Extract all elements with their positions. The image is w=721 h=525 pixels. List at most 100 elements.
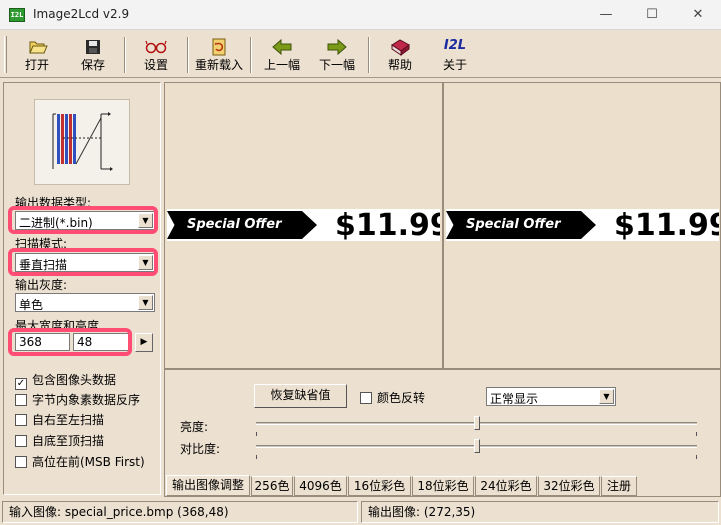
tab-register[interactable]: 注册 (601, 476, 637, 496)
offer-text: Special Offer (187, 217, 282, 232)
previous-image-label: 上一幅 (263, 58, 300, 72)
save-button[interactable]: 保存 (70, 34, 116, 76)
bottom-to-top-label: 自底至顶扫描 (32, 434, 105, 448)
toolbar-separator (187, 37, 189, 73)
highlight-max-size (8, 328, 132, 356)
gray-level-select[interactable]: 单色 ▼ (15, 293, 155, 312)
tab-256-color[interactable]: 256色 (251, 476, 293, 496)
output-image-status-value: (272,35) (423, 505, 476, 519)
maximize-button[interactable]: ☐ (629, 0, 675, 30)
settings-button[interactable]: 设置 (133, 34, 179, 76)
output-image-pane: Special Offer $11.99 (443, 82, 721, 369)
reload-label: 重新载入 (194, 58, 243, 72)
input-image-status-value: special_price.bmp (368,48) (64, 505, 229, 519)
tick (256, 455, 257, 459)
reload-icon (212, 38, 226, 56)
tab-16bit-color[interactable]: 16位彩色 (348, 476, 411, 496)
output-image-status-label: 输出图像: (368, 505, 421, 519)
msb-first-label: 高位在前(MSB First) (32, 455, 145, 469)
save-label: 保存 (80, 58, 105, 72)
display-mode-select[interactable]: 正常显示 ▼ (486, 387, 616, 406)
include-header-label: 包含图像头数据 (32, 373, 117, 387)
next-image-button[interactable]: 下一幅 (313, 34, 361, 76)
toolbar-separator (250, 37, 252, 73)
settings-panel: 输出数据类型: 二进制(*.bin) ▼ 扫描模式: 垂直扫描 ▼ 输出灰度: … (3, 82, 161, 495)
output-image-status: 输出图像: (272,35) (361, 501, 719, 523)
tab-24bit-color[interactable]: 24位彩色 (475, 476, 537, 496)
tab-32bit-color[interactable]: 32位彩色 (538, 476, 600, 496)
brightness-label: 亮度: (180, 420, 209, 434)
settings-label: 设置 (143, 58, 168, 72)
previous-image-button[interactable]: 上一幅 (258, 34, 306, 76)
app-icon: I2L (9, 8, 25, 22)
title-bar: I2L Image2Lcd v2.9 — ☐ ✕ (0, 0, 721, 30)
tick (696, 455, 697, 459)
msb-first-checkbox-row[interactable]: 高位在前(MSB First) (15, 453, 145, 470)
about-label: 关于 (442, 58, 467, 72)
apply-size-button[interactable]: ▶ (135, 333, 153, 352)
open-folder-icon (29, 41, 48, 54)
right-to-left-checkbox-row[interactable]: 自右至左扫描 (15, 411, 104, 428)
next-image-label: 下一幅 (318, 58, 355, 72)
open-button[interactable]: 打开 (14, 34, 60, 76)
gray-level-label: 输出灰度: (15, 278, 68, 292)
status-bar: 输入图像: special_price.bmp (368,48) 输出图像: (… (0, 499, 721, 525)
tab-18bit-color[interactable]: 18位彩色 (412, 476, 474, 496)
reverse-bits-checkbox[interactable] (15, 394, 27, 406)
msb-first-checkbox[interactable] (15, 456, 27, 468)
right-to-left-label: 自右至左扫描 (32, 413, 105, 427)
contrast-slider-thumb[interactable] (473, 439, 480, 453)
invert-color-checkbox[interactable] (360, 392, 372, 404)
scan-mode-preview (34, 99, 130, 185)
brightness-slider-thumb[interactable] (473, 416, 480, 430)
open-label: 打开 (24, 58, 49, 72)
right-to-left-checkbox[interactable] (15, 414, 27, 426)
brightness-ticks (256, 432, 697, 436)
invert-color-label: 颜色反转 (377, 391, 426, 405)
tick (256, 432, 257, 436)
invert-color-checkbox-row[interactable]: 颜色反转 (360, 389, 425, 406)
bottom-to-top-checkbox-row[interactable]: 自底至顶扫描 (15, 432, 104, 449)
help-button[interactable]: 帮助 (377, 34, 423, 76)
price-text: $11.99 (614, 209, 719, 241)
contrast-ticks (256, 455, 697, 459)
toolbar-separator (368, 37, 370, 73)
input-image-pane: Special Offer $11.99 (164, 82, 443, 369)
include-header-checkbox-row[interactable]: ✓ 包含图像头数据 (15, 371, 116, 390)
input-image-status: 输入图像: special_price.bmp (368,48) (2, 501, 358, 523)
reverse-bits-checkbox-row[interactable]: 字节内象素数据反序 (15, 391, 140, 408)
arrow-right-icon (327, 38, 347, 56)
arrow-left-icon (272, 38, 292, 56)
chevron-down-icon[interactable]: ▼ (599, 389, 614, 404)
tab-output-adjust[interactable]: 输出图像调整 (166, 475, 250, 496)
help-book-icon (391, 39, 410, 56)
close-button[interactable]: ✕ (675, 0, 721, 30)
tab-4096-color[interactable]: 4096色 (294, 476, 347, 496)
minimize-button[interactable]: — (583, 0, 629, 30)
about-button[interactable]: I2L 关于 (432, 34, 478, 76)
output-image-preview: Special Offer $11.99 (446, 209, 719, 241)
highlight-scan-mode (8, 248, 158, 276)
restore-defaults-button[interactable]: 恢复缺省值 (254, 384, 347, 408)
toolbar: 打开 保存 设置 重新载入 上一幅 下一幅 帮助 I2L 关于 (0, 31, 721, 78)
input-image-preview: Special Offer $11.99 (167, 209, 440, 241)
toolbar-separator (124, 37, 126, 73)
toolbar-grip (4, 36, 7, 73)
help-label: 帮助 (387, 58, 412, 72)
input-image-status-label: 输入图像: (9, 505, 62, 519)
vertical-scan-diagram-icon (52, 112, 113, 171)
reload-button[interactable]: 重新载入 (193, 34, 245, 76)
highlight-output-type (8, 206, 158, 234)
bottom-to-top-checkbox[interactable] (15, 435, 27, 447)
display-mode-value: 正常显示 (490, 392, 539, 406)
gray-level-value: 单色 (19, 298, 44, 312)
chevron-down-icon[interactable]: ▼ (138, 295, 153, 310)
contrast-label: 对比度: (180, 442, 221, 456)
offer-text: Special Offer (466, 217, 561, 232)
about-logo-icon: I2L (443, 38, 467, 53)
window-title: Image2Lcd v2.9 (33, 7, 130, 21)
tick (696, 432, 697, 436)
include-header-checkbox[interactable]: ✓ (15, 378, 27, 390)
glasses-icon (145, 40, 167, 54)
floppy-disk-icon (86, 40, 100, 54)
